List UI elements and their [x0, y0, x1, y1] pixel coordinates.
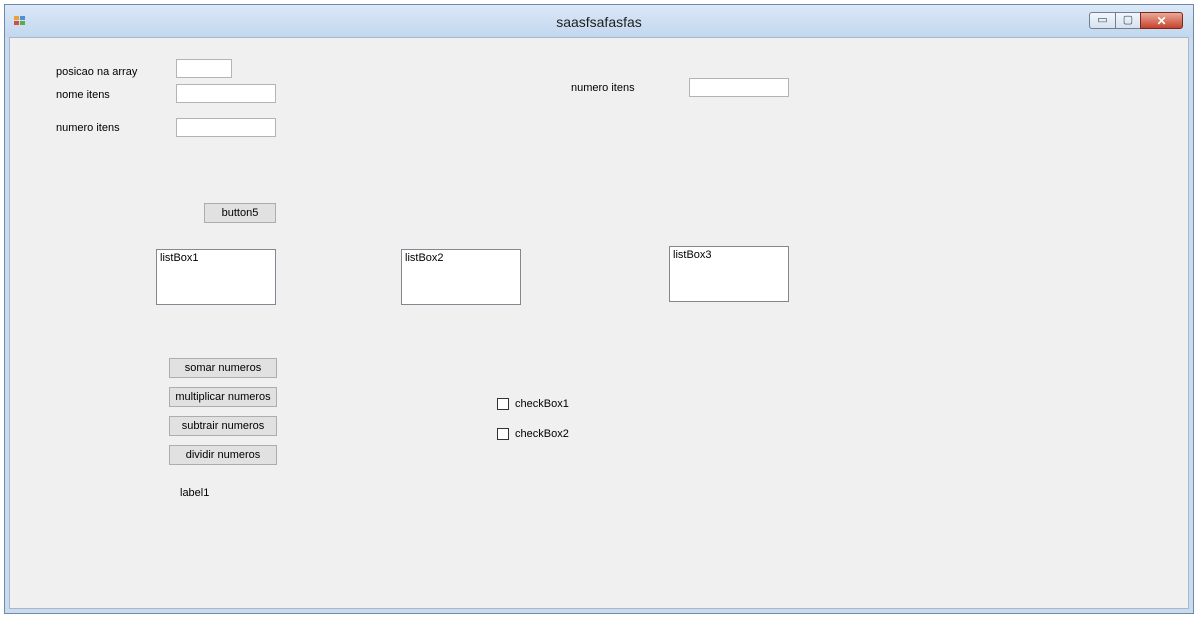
multiplicar-button[interactable]: multiplicar numeros [169, 387, 277, 407]
label1: label1 [180, 487, 210, 499]
nome-input[interactable] [176, 84, 276, 103]
button5[interactable]: button5 [204, 203, 276, 223]
window-title: saasfsafasfas [556, 14, 642, 30]
checkbox-2-label: checkBox2 [515, 428, 569, 440]
maximize-button[interactable]: ▢ [1115, 12, 1141, 29]
form-client-area: posicao na array nome itens numero itens… [9, 37, 1189, 609]
listbox-3[interactable]: listBox3 [669, 246, 789, 302]
numero-itens-right-label: numero itens [571, 82, 635, 94]
minimize-icon: ▭ [1097, 14, 1108, 26]
checkbox-2[interactable]: checkBox2 [497, 428, 569, 440]
checkbox-1-label: checkBox1 [515, 398, 569, 410]
numero-itens-label: numero itens [56, 122, 120, 134]
numero-itens-right-input[interactable] [689, 78, 789, 97]
checkbox-2-box[interactable] [497, 428, 509, 440]
subtrair-button[interactable]: subtrair numeros [169, 416, 277, 436]
minimize-button[interactable]: ▭ [1089, 12, 1116, 29]
numero-itens-input[interactable] [176, 118, 276, 137]
dividir-button[interactable]: dividir numeros [169, 445, 277, 465]
listbox-1[interactable]: listBox1 [156, 249, 276, 305]
listbox-3-item: listBox3 [673, 249, 712, 261]
close-button[interactable]: ✕ [1140, 12, 1183, 29]
app-window: saasfsafasfas ▭ ▢ ✕ posicao na array nom… [4, 4, 1194, 614]
checkbox-1[interactable]: checkBox1 [497, 398, 569, 410]
listbox-1-item: listBox1 [160, 252, 199, 264]
close-icon: ✕ [1156, 13, 1167, 28]
title-bar[interactable]: saasfsafasfas ▭ ▢ ✕ [5, 5, 1193, 37]
nome-label: nome itens [56, 89, 110, 101]
listbox-2[interactable]: listBox2 [401, 249, 521, 305]
somar-button[interactable]: somar numeros [169, 358, 277, 378]
posicao-label: posicao na array [56, 66, 138, 78]
maximize-icon: ▢ [1122, 14, 1134, 26]
posicao-input[interactable] [176, 59, 232, 78]
checkbox-1-box[interactable] [497, 398, 509, 410]
listbox-2-item: listBox2 [405, 252, 444, 264]
